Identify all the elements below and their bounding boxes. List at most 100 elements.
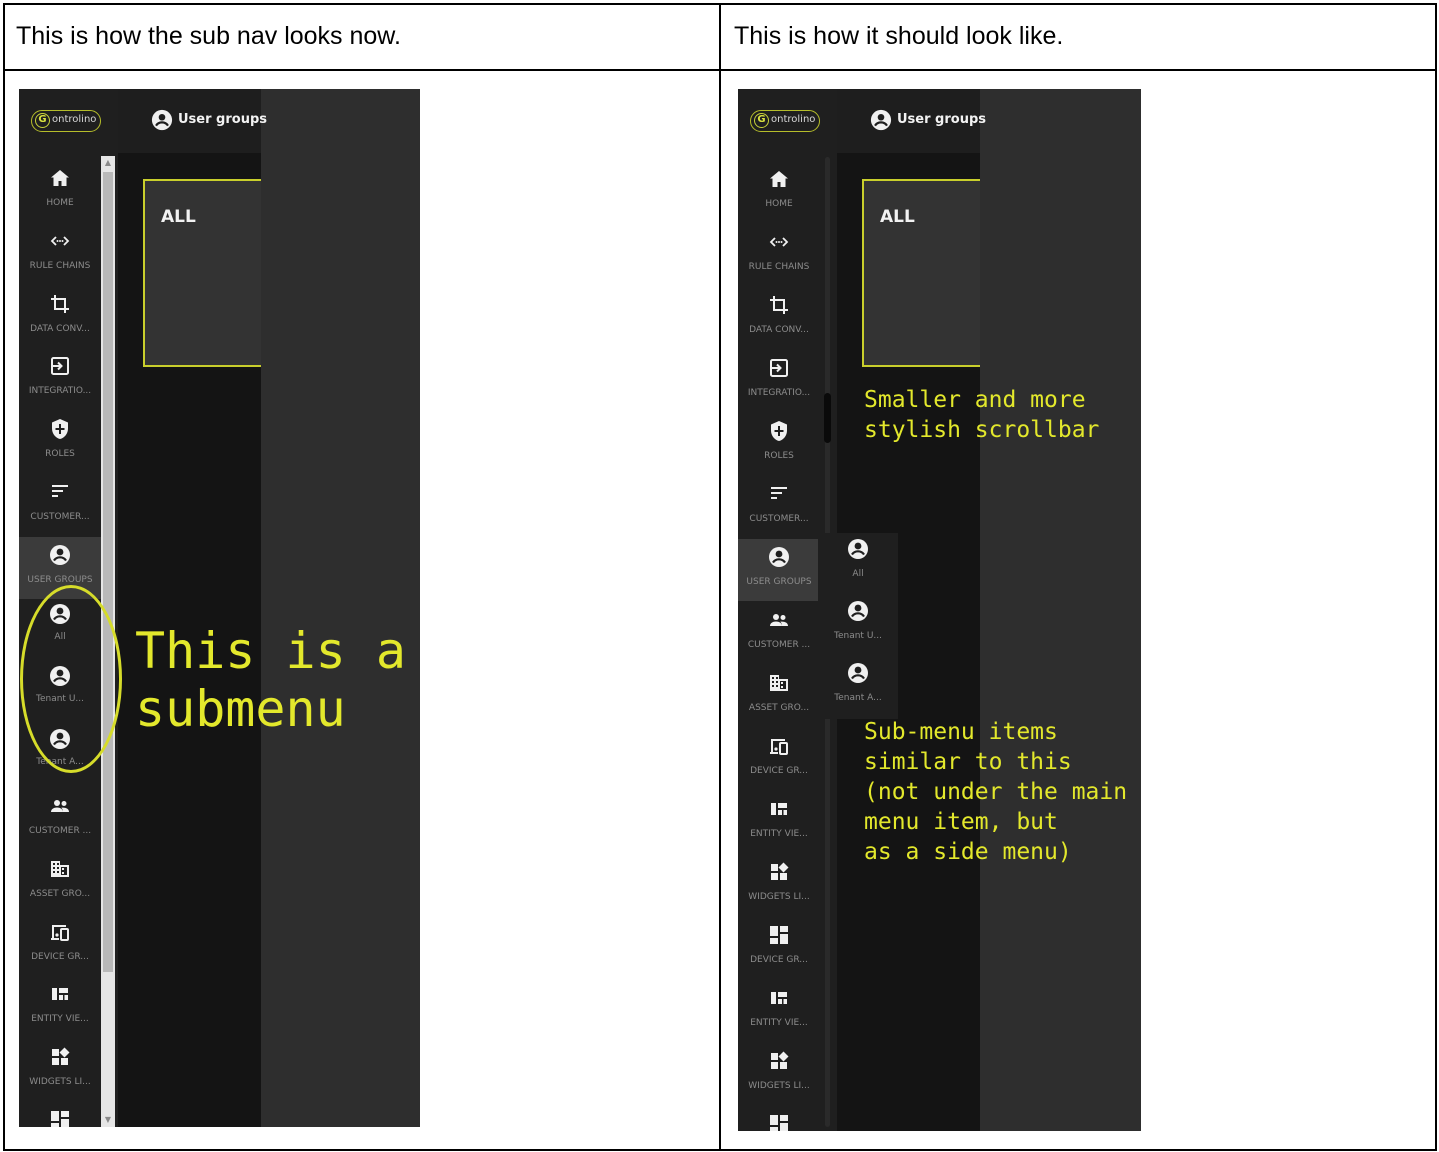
nav-item[interactable]: RULE CHAINS [19,223,101,285]
nav-item[interactable]: HOME [19,160,101,222]
nav-item[interactable]: ASSET GRO... [19,851,101,913]
logo-area: G ontrolino [19,89,118,153]
logo-text: ontrolino [771,114,816,125]
account-circle-icon [50,544,70,565]
nav-item-label: ROLES [764,451,794,461]
nav-item[interactable]: CUSTOMER... [19,474,101,536]
nav-item[interactable]: WIDGETS LI... [738,1043,820,1105]
devices-icon [770,739,788,755]
home-icon [51,170,69,186]
nav-item-label: RULE CHAINS [29,260,91,271]
nav-item-label: HOME [46,198,74,208]
nav-item[interactable]: DEVICE GR... [738,917,820,979]
widgets-icon [771,1051,789,1069]
submenu-item-label: Tenant U... [834,631,882,641]
shield-icon [52,419,68,440]
nav-item-label: ENTITY VIE... [750,829,808,839]
nav-item[interactable]: DATA CONV... [738,287,820,349]
submenu-item[interactable]: All [818,537,898,599]
sort-icon [52,485,68,497]
nav-item[interactable]: WIDGETS LI... [738,854,820,916]
devices-icon [51,924,69,941]
logo-letter: G [35,113,50,128]
account-circle-icon [848,601,868,621]
dashboard-icon [770,926,788,944]
left-cell-heading: This is how the sub nav looks now. [16,22,401,50]
group-card[interactable]: ALL [862,179,980,367]
nav-item[interactable]: ASSET GRO... [738,665,820,727]
shield-icon [771,421,787,441]
domain-icon [770,675,788,691]
logo-letter: G [754,113,769,128]
nav-item-label: WIDGETS LI... [29,1077,91,1088]
submenu-item[interactable]: Tenant A... [818,661,898,723]
nav-item[interactable] [19,1102,101,1127]
nav-item[interactable]: CUSTOMER... [738,476,820,538]
nav-item[interactable]: RULE CHAINS [738,224,820,286]
nav-item-label: INTEGRATIO... [747,388,811,398]
nav-item[interactable]: ENTITY VIE... [738,980,820,1042]
nav-item[interactable]: DEVICE GR... [19,914,101,976]
nav-item[interactable]: HOME [738,161,820,223]
nav-item-label: DEVICE GR... [750,955,808,965]
controlino-logo[interactable]: G ontrolino [31,110,101,132]
group-card[interactable]: ALL [143,179,261,367]
card-title: ALL [880,207,915,227]
nav-item[interactable]: WIDGETS LI... [19,1039,101,1101]
content-area [980,89,1141,1131]
controlino-logo[interactable]: G ontrolino [750,110,820,132]
nav-item-label: HOME [765,199,793,209]
nav-item-label: WIDGETS LI... [748,1081,810,1091]
content-area [261,89,420,1127]
nav-item-label: ENTITY VIE... [750,1018,808,1028]
nav-item-label: ASSET GRO... [29,888,91,899]
table-column-divider [719,3,721,1151]
card-title: ALL [161,207,196,227]
dashboard-icon [51,1111,69,1127]
nav-item[interactable]: ENTITY VIE... [738,791,820,853]
submenu-highlight-ellipse [20,585,122,773]
nav-item-label: ASSET GRO... [748,703,810,713]
submenu-annotation: Sub-menu items similar to this (not unde… [864,719,1128,865]
nav-item-label: DEVICE GR... [750,766,808,776]
nav-item[interactable]: INTEGRATIO... [19,348,101,410]
nav-item-label: INTEGRATIO... [28,386,92,397]
nav-item-label: CUSTOMER ... [28,826,92,836]
nav-item[interactable]: DATA CONV... [19,286,101,348]
sort-icon [771,487,787,499]
nav-item[interactable]: DEVICE GR... [738,728,820,790]
proposed-nav-screenshot: User groups ALL G ontrolino HOME RULE CHA… [738,89,1141,1131]
view-quilt-icon [771,803,787,815]
nav-item[interactable]: CUSTOMER ... [19,788,101,850]
nav-item[interactable]: INTEGRATIO... [738,350,820,412]
nav-item[interactable]: ROLES [19,411,101,473]
nav-item[interactable]: CUSTOMER ... [738,602,820,664]
input-icon [770,359,788,377]
page-title: User groups [897,112,986,127]
account-circle-icon [848,539,868,559]
nav-item[interactable]: USER GROUPS [738,539,820,601]
crop-icon [51,294,69,313]
table-row-divider [3,69,1437,71]
group-icon [51,800,69,812]
right-cell-heading: This is how it should look like. [734,22,1064,50]
nav-item[interactable]: ENTITY VIE... [19,976,101,1038]
view-quilt-icon [771,992,787,1004]
nav-item-label: CUSTOMER ... [747,640,811,650]
logo-text: ontrolino [52,114,97,125]
nav-item[interactable] [738,1106,820,1131]
scroll-up-icon[interactable]: ▲ [101,156,115,170]
account-circle-icon [151,109,173,131]
nav-item[interactable]: ROLES [738,413,820,475]
group-icon [770,614,788,626]
submenu-item[interactable]: Tenant U... [818,599,898,661]
code-icon [50,236,70,246]
scrollbar-thumb[interactable] [103,172,113,972]
nav-item-label: WIDGETS LI... [748,892,810,902]
scrollbar-thumb[interactable] [824,393,831,443]
input-icon [51,357,69,376]
nav-item-label: ROLES [45,449,75,460]
scroll-down-icon[interactable]: ▼ [101,1113,115,1127]
nav-item-label: DEVICE GR... [31,951,89,962]
widgets-icon [52,1047,70,1066]
